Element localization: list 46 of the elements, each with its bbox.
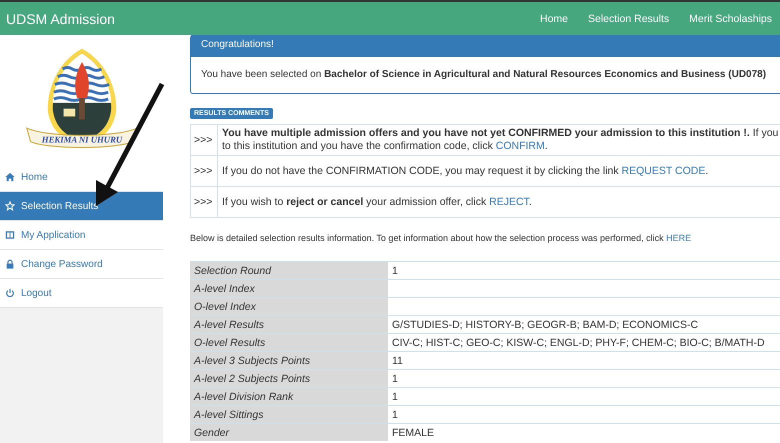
field-label: Gender [190,424,388,441]
nav-link[interactable]: Selection Results [588,12,670,24]
nav-link[interactable]: Merit Scholaships [689,12,772,24]
sidebar-item[interactable]: Home [0,163,163,192]
field-label: A-level Sittings [190,406,388,424]
lock-icon [5,259,15,269]
selection-message: You have been selected on Bachelor of Science in Agricultural and Natural Resources Economics and Business (UD078) [201,69,766,80]
panel-heading: Congratulations! [191,35,780,57]
field-label: O-level Index [190,298,388,316]
info-text: Below is detailed selection results information. To get information about how the selection process was performed, click HERE [190,233,692,243]
field-label: Selection Round [190,262,388,280]
row-marker: >>> [190,124,218,156]
comment-text: You have multiple admission offers and you have not yet CONFIRMED your admission to this institution !. If you to this institution and you have the confirmation code, click CONFIRM. [222,127,780,153]
field-label: A-level Index [190,280,388,298]
home-icon [5,172,15,182]
sidebar-item[interactable]: Change Password [0,250,163,279]
book-icon [5,230,15,240]
action-link[interactable]: REQUEST CODE [622,164,706,176]
nav-link[interactable]: Home [540,12,568,24]
action-link[interactable]: REJECT [489,196,529,208]
field-value: 1 [392,390,398,402]
power-icon [5,288,15,298]
field-label: A-level Division Rank [190,388,388,406]
here-link[interactable]: HERE [666,233,692,243]
field-value: G/STUDIES-D; HISTORY-B; GEOGR-B; BAM-D; ECONOMICS-C [392,318,698,330]
field-value: CIV-C; HIST-C; GEO-C; KISW-C; ENGL-D; PHY-F; CHEM-C; BIO-C; B/MATH-D [392,336,765,348]
field-value: FEMALE [392,426,434,438]
sidebar-item[interactable]: My Application [0,221,163,250]
sidebar-item[interactable]: Logout [0,279,163,308]
brand-title[interactable]: UDSM Admission [6,10,115,26]
field-label: A-level 3 Subjects Points [190,352,388,370]
field-value: 11 [392,354,403,366]
comment-text: If you wish to reject or cancel your admission offer, click REJECT. [222,196,533,208]
sidebar-item[interactable]: Selection Results [0,192,163,221]
action-link[interactable]: CONFIRM [496,140,545,152]
row-marker: >>> [190,186,218,218]
field-label: O-level Results [190,334,388,352]
field-value: 1 [392,408,398,420]
field-label: A-level Results [190,316,388,334]
field-value: 1 [392,372,398,384]
row-marker: >>> [190,156,218,186]
motto-text: HEKIMA NI UHURU [41,134,122,145]
star-icon [5,201,15,211]
field-value: 1 [392,264,398,276]
comment-text: If you do not have the CONFIRMATION CODE, you may request it by clicking the link REQUEST CODE. [222,164,710,178]
field-label: A-level 2 Subjects Points [190,370,388,388]
